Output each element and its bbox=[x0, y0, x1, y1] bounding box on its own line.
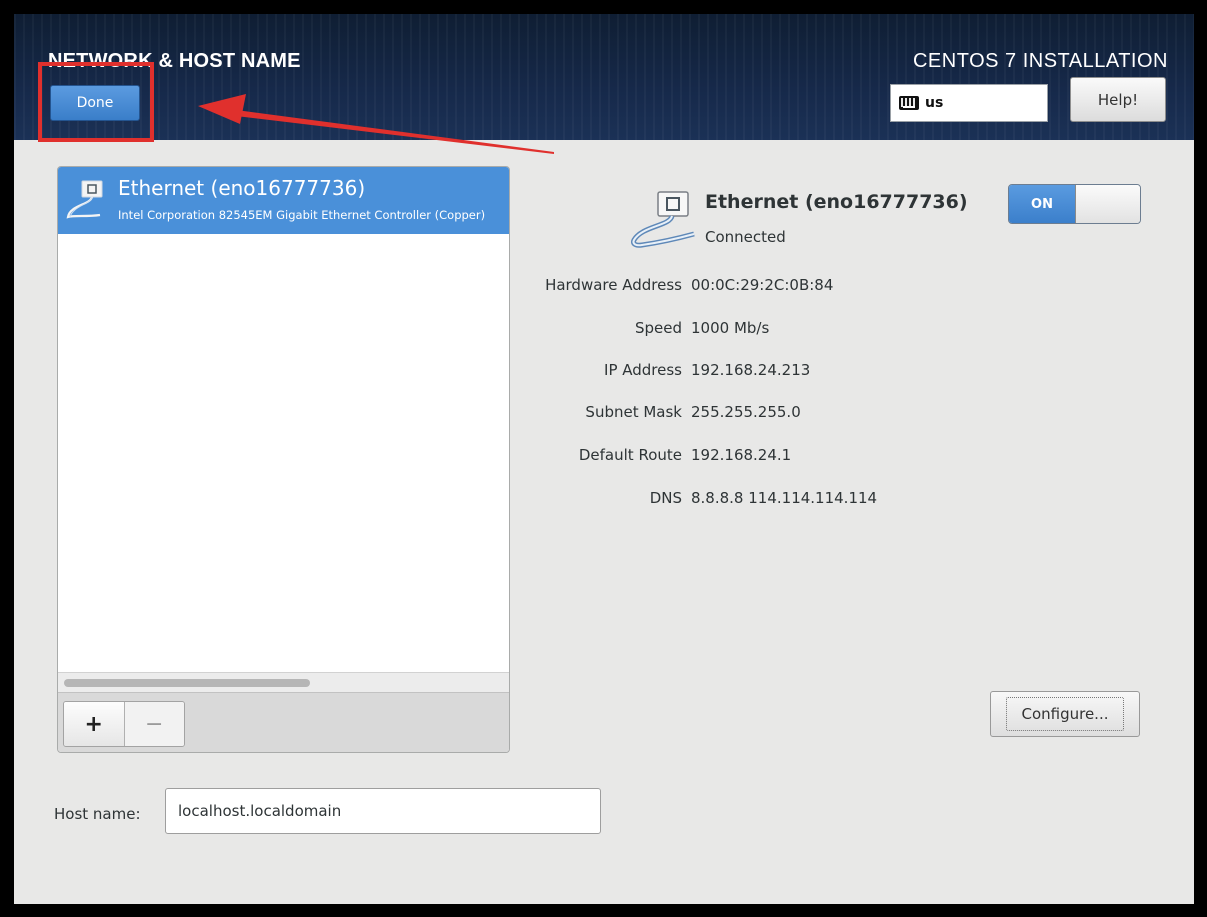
wired-connection-icon bbox=[631, 191, 695, 248]
add-remove-group: + − bbox=[63, 701, 185, 747]
info-label: IP Address bbox=[604, 361, 682, 379]
info-value: 192.168.24.1 bbox=[691, 446, 792, 464]
detail-device-name: Ethernet (eno16777736) bbox=[705, 191, 968, 213]
info-row-hardware-address: Hardware Address 00:0C:29:2C:0B:84 bbox=[14, 276, 1194, 296]
info-row-subnet-mask: Subnet Mask 255.255.255.0 bbox=[14, 403, 1194, 423]
add-device-button[interactable]: + bbox=[64, 702, 125, 746]
device-toolbar: + − bbox=[58, 692, 509, 752]
header-bar: NETWORK & HOST NAME CENTOS 7 INSTALLATIO… bbox=[14, 14, 1194, 140]
info-value: 192.168.24.213 bbox=[691, 361, 811, 379]
horizontal-scrollbar[interactable] bbox=[58, 672, 509, 692]
info-value: 255.255.255.0 bbox=[691, 403, 801, 421]
info-value: 8.8.8.8 114.114.114.114 bbox=[691, 489, 878, 507]
installer-title: CENTOS 7 INSTALLATION bbox=[912, 50, 1168, 72]
hostname-label: Host name: bbox=[54, 805, 141, 823]
page-title: NETWORK & HOST NAME bbox=[48, 50, 301, 72]
info-label: Default Route bbox=[578, 446, 682, 464]
info-row-speed: Speed 1000 Mb/s bbox=[14, 319, 1194, 339]
info-value: 1000 Mb/s bbox=[691, 319, 770, 337]
list-item[interactable]: Ethernet (eno16777736) Intel Corporation… bbox=[58, 167, 509, 234]
configure-label: Configure... bbox=[1006, 697, 1124, 731]
info-label: Subnet Mask bbox=[585, 403, 682, 421]
info-label: Hardware Address bbox=[545, 276, 682, 294]
info-row-dns: DNS 8.8.8.8 114.114.114.114 bbox=[14, 489, 1194, 509]
device-name: Ethernet (eno16777736) bbox=[118, 176, 366, 200]
toggle-knob bbox=[1075, 185, 1140, 223]
info-row-ip-address: IP Address 192.168.24.213 bbox=[14, 361, 1194, 381]
scrollbar-thumb[interactable] bbox=[64, 679, 310, 687]
configure-button[interactable]: Configure... bbox=[990, 691, 1140, 737]
ethernet-icon bbox=[66, 180, 103, 219]
keyboard-icon bbox=[899, 96, 919, 110]
info-label: Speed bbox=[634, 319, 682, 337]
help-button[interactable]: Help! bbox=[1070, 77, 1166, 122]
hostname-input[interactable] bbox=[165, 788, 601, 834]
info-label: DNS bbox=[649, 489, 682, 507]
device-description: Intel Corporation 82545EM Gigabit Ethern… bbox=[118, 208, 486, 222]
installer-window: NETWORK & HOST NAME CENTOS 7 INSTALLATIO… bbox=[14, 14, 1194, 904]
connection-toggle[interactable]: ON bbox=[1008, 184, 1141, 224]
info-row-default-route: Default Route 192.168.24.1 bbox=[14, 446, 1194, 466]
done-button[interactable]: Done bbox=[50, 85, 140, 121]
keyboard-layout-indicator[interactable]: us bbox=[890, 84, 1048, 122]
keyboard-layout-label: us bbox=[925, 95, 944, 111]
toggle-on-label: ON bbox=[1009, 185, 1075, 223]
connection-status: Connected bbox=[705, 228, 786, 246]
remove-device-button[interactable]: − bbox=[124, 702, 184, 746]
info-value: 00:0C:29:2C:0B:84 bbox=[691, 276, 834, 294]
